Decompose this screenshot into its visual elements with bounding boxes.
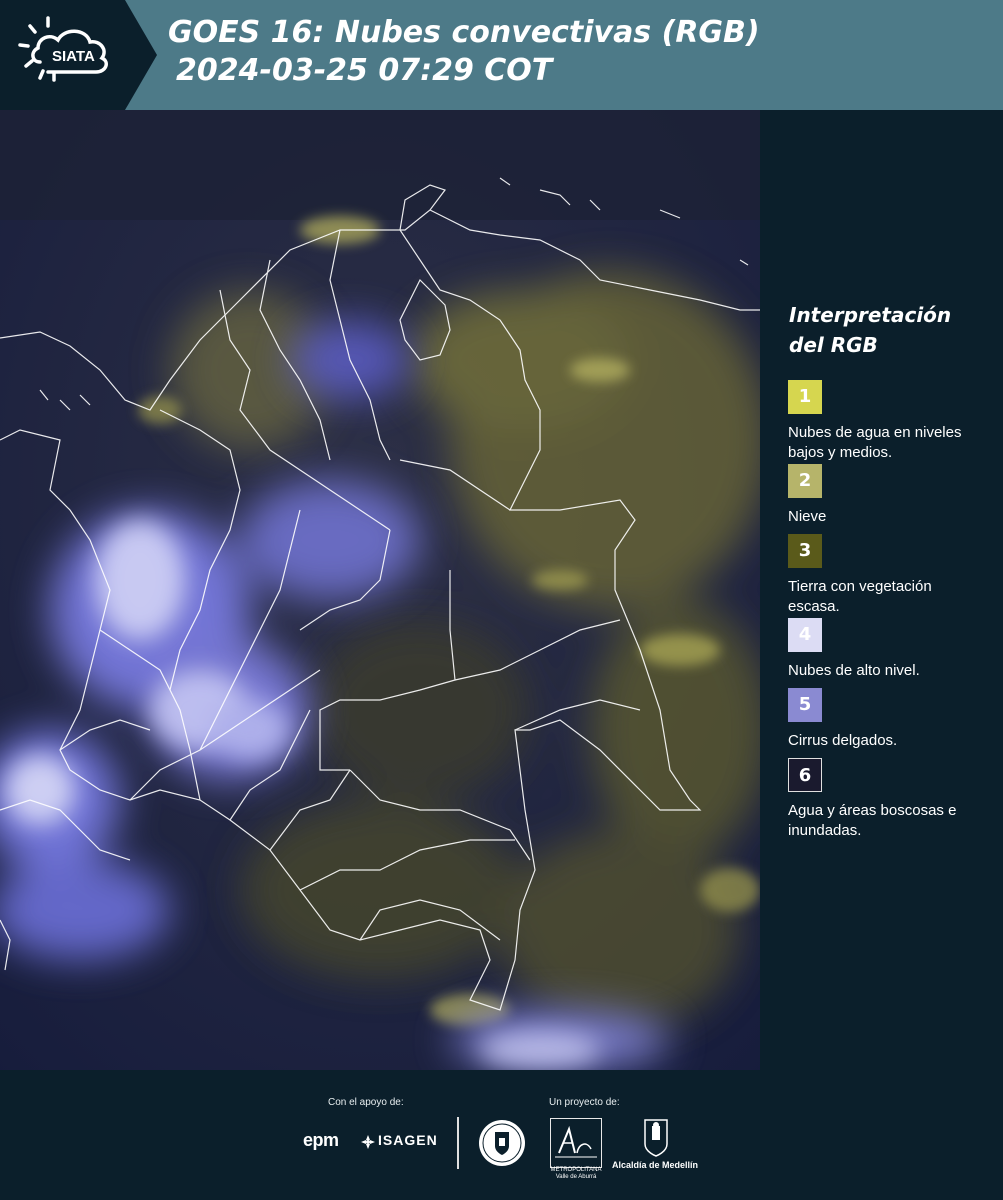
legend-item-2: 2 Nieve — [788, 464, 996, 534]
isagen-logo: ISAGEN — [378, 1132, 438, 1148]
amva-line-2: Valle de Aburrá — [555, 1174, 597, 1180]
rgb-legend: Interpretación del RGB 1 Nubes de agua e… — [776, 300, 996, 842]
area-metropolitana-text: METROPOLITANA Valle de Aburrá — [549, 1167, 603, 1181]
legend-swatch-5: 5 — [788, 688, 822, 722]
area-metropolitana-icon — [555, 1125, 597, 1158]
page-title: GOES 16: Nubes convectivas (RGB) 2024-03… — [168, 14, 760, 90]
legend-title-line-2: del RGB — [789, 333, 878, 357]
legend-label-3: Tierra con vegetación escasa. — [788, 578, 932, 615]
alcaldia-text: Alcaldía de Medellín — [612, 1160, 699, 1170]
legend-swatch-1: 1 — [788, 380, 822, 414]
satellite-image — [0, 110, 760, 1070]
legend-label-1: Nubes de agua en niveles bajos y medios. — [788, 424, 962, 461]
legend-title-line-1: Interpretación — [789, 303, 952, 327]
title-line-1: GOES 16: Nubes convectivas (RGB) — [168, 15, 760, 50]
header-bar: SIATA GOES 16: Nubes convectivas (RGB) 2… — [0, 0, 1003, 110]
support-label: Con el apoyo de: — [328, 1097, 404, 1108]
legend-label-2: Nieve — [788, 508, 827, 525]
legend-item-1: 1 Nubes de agua en niveles bajos y medio… — [788, 380, 996, 464]
legend-item-6: 6 Agua y áreas boscosas e inundadas. — [788, 758, 996, 842]
legend-swatch-6: 6 — [788, 758, 822, 792]
legend-item-4: 4 Nubes de alto nivel. — [788, 618, 996, 688]
footer: Con el apoyo de: Un proyecto de: epm ISA… — [0, 1070, 1003, 1200]
alcaldia-shield-icon — [644, 1119, 668, 1157]
legend-label-4: Nubes de alto nivel. — [788, 662, 920, 679]
legend-title: Interpretación del RGB — [789, 300, 996, 360]
isagen-mark-icon — [361, 1135, 375, 1149]
legend-swatch-2: 2 — [788, 464, 822, 498]
legend-item-3: 3 Tierra con vegetación escasa. — [788, 534, 996, 618]
legend-swatch-3: 3 — [788, 534, 822, 568]
siata-logo-text: SIATA — [52, 48, 95, 65]
satellite-map — [0, 110, 760, 1070]
legend-item-5: 5 Cirrus delgados. — [788, 688, 996, 758]
siata-logo: SIATA — [0, 0, 160, 110]
project-label: Un proyecto de: — [549, 1097, 620, 1108]
area-metropolitana-logo — [550, 1118, 602, 1168]
title-line-2: 2024-03-25 07:29 COT — [176, 53, 553, 88]
footer-divider — [457, 1117, 459, 1169]
legend-label-6: Agua y áreas boscosas e inundadas. — [788, 802, 957, 839]
medellin-seal-icon — [479, 1120, 525, 1166]
legend-label-5: Cirrus delgados. — [788, 732, 898, 749]
legend-swatch-4: 4 — [788, 618, 822, 652]
epm-logo: epm — [303, 1130, 339, 1150]
amva-line-1: METROPOLITANA — [550, 1167, 602, 1173]
